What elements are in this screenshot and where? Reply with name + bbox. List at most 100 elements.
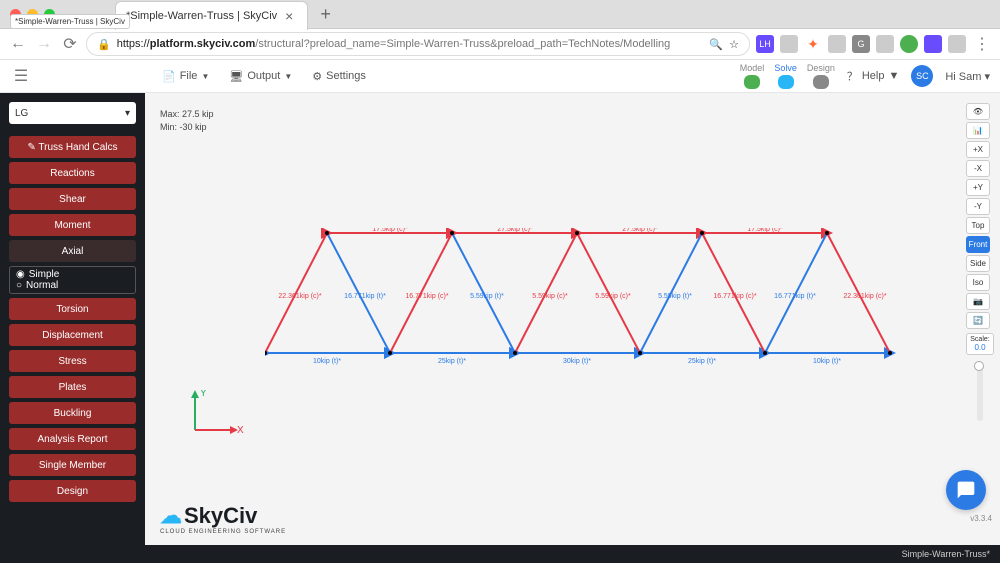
user-menu[interactable]: Hi Sam ▾ (945, 70, 990, 83)
svg-text:22.361kip (c)*: 22.361kip (c)* (843, 293, 886, 300)
sidebar-item[interactable]: Buckling (9, 402, 136, 424)
svg-text:27.5kip (c)*: 27.5kip (c)* (497, 228, 533, 233)
tab-title: *Simple-Warren-Truss | SkyCiv (126, 10, 277, 22)
mode-solve[interactable]: Solve (774, 63, 797, 89)
settings-menu[interactable]: ⚙Settings (312, 70, 366, 83)
url-input[interactable]: 🔒 https://platform.skyciv.com/structural… (86, 32, 750, 56)
browser-tab[interactable]: *Simple-Warren-Truss | SkyCiv × (115, 1, 308, 30)
sidebar-item-axial[interactable]: Axial (9, 240, 136, 262)
sidebar-item[interactable]: Stress (9, 350, 136, 372)
scale-slider[interactable] (977, 361, 983, 421)
svg-text:10kip (t)*: 10kip (t)* (813, 358, 841, 365)
lock-icon: 🔒 (97, 38, 111, 51)
svg-text:5.59kip (t)*: 5.59kip (t)* (658, 293, 692, 300)
search-in-page-icon[interactable]: 🔍 (709, 38, 723, 51)
sidebar-item[interactable]: ✎ Truss Hand Calcs (9, 136, 136, 158)
extension-icon[interactable] (828, 35, 846, 53)
gear-icon: ⚙ (312, 70, 322, 83)
svg-text:5.59kip (c)*: 5.59kip (c)* (595, 293, 631, 300)
close-tab-icon[interactable]: × (285, 8, 293, 24)
radio-simple[interactable]: ◉ Simple (16, 269, 129, 280)
svg-text:17.5kip (c)*: 17.5kip (c)* (372, 228, 408, 233)
load-group-select[interactable]: LG▾ (9, 102, 136, 124)
view-refresh-icon[interactable]: 🔄 (966, 312, 990, 329)
sidebar-item[interactable]: Plates (9, 376, 136, 398)
background-tab[interactable]: *Simple-Warren-Truss | SkyCiv (10, 14, 130, 29)
version-label: v3.3.4 (970, 514, 992, 523)
result-stats: Max: 27.5 kip Min: -30 kip (160, 108, 214, 133)
sidebar-item[interactable]: Single Member (9, 454, 136, 476)
view-chart-icon[interactable]: 📊 (966, 122, 990, 139)
mode-design[interactable]: Design (807, 63, 835, 89)
chrome-menu-icon[interactable]: ⋮ (972, 34, 992, 54)
file-menu[interactable]: 📄File▼ (162, 70, 209, 83)
radio-normal[interactable]: ○ Normal (16, 280, 129, 291)
view-camera-icon[interactable]: 📷 (966, 293, 990, 310)
svg-text:22.361kip (c)*: 22.361kip (c)* (278, 293, 321, 300)
extension-icon[interactable]: G (852, 35, 870, 53)
help-menu[interactable]: ？Help▼ (847, 68, 900, 84)
svg-text:X: X (237, 425, 244, 436)
sidebar-item[interactable]: Torsion (9, 298, 136, 320)
app-header: ☰ 📄File▼ 🖥Output▼ ⚙Settings Model Solve … (0, 60, 1000, 93)
skyciv-extension-icon[interactable] (948, 35, 966, 53)
mode-model[interactable]: Model (740, 63, 765, 89)
view-toolbar: 👁 📊 +X -X +Y -Y Top Front Side Iso 📷 🔄 S… (966, 103, 994, 421)
status-bar: Simple-Warren-Truss* (0, 545, 1000, 563)
svg-text:5.59kip (t)*: 5.59kip (t)* (470, 293, 504, 300)
model-canvas[interactable]: Max: 27.5 kip Min: -30 kip (145, 93, 1000, 545)
menu-toggle-icon[interactable]: ☰ (10, 66, 32, 86)
sidebar-item[interactable]: Analysis Report (9, 428, 136, 450)
bookmark-icon[interactable]: ☆ (729, 38, 739, 51)
view-minus-y[interactable]: -Y (966, 198, 990, 215)
sidebar: LG▾ ✎ Truss Hand Calcs Reactions Shear M… (0, 93, 145, 545)
view-side[interactable]: Side (966, 255, 990, 272)
view-front[interactable]: Front (966, 236, 990, 253)
skyciv-logo: ☁SkyCiv CLOUD ENGINEERING SOFTWARE (160, 503, 286, 535)
view-iso[interactable]: Iso (966, 274, 990, 291)
svg-text:16.771kip (c)*: 16.771kip (c)* (405, 293, 448, 300)
new-tab-button[interactable]: + (314, 4, 337, 25)
extension-icon[interactable] (924, 35, 942, 53)
view-top[interactable]: Top (966, 217, 990, 234)
file-icon: 📄 (162, 70, 176, 83)
sidebar-item[interactable]: Displacement (9, 324, 136, 346)
svg-text:16.771kip (c)*: 16.771kip (c)* (713, 293, 756, 300)
sidebar-item[interactable]: Design (9, 480, 136, 502)
extension-icon[interactable]: ✦ (804, 35, 822, 53)
svg-text:27.5kip (c)*: 27.5kip (c)* (622, 228, 658, 233)
avatar[interactable]: SC (911, 65, 933, 87)
reload-button[interactable]: ⟳ (60, 34, 80, 54)
view-minus-x[interactable]: -X (966, 160, 990, 177)
back-button[interactable]: ← (8, 35, 28, 53)
chat-button[interactable] (946, 470, 986, 510)
svg-text:16.771kip (t)*: 16.771kip (t)* (774, 293, 816, 300)
sidebar-item[interactable]: Shear (9, 188, 136, 210)
view-visibility-icon[interactable]: 👁 (966, 103, 990, 120)
address-bar: ← → ⟳ 🔒 https://platform.skyciv.com/stru… (0, 29, 1000, 60)
extension-icon[interactable] (900, 35, 918, 53)
sidebar-item[interactable]: Moment (9, 214, 136, 236)
svg-text:25kip (t)*: 25kip (t)* (438, 358, 466, 365)
output-icon: 🖥 (229, 70, 243, 83)
window-titlebar: *Simple-Warren-Truss | SkyCiv × + (0, 0, 1000, 29)
extension-icon[interactable] (780, 35, 798, 53)
sidebar-item[interactable]: Reactions (9, 162, 136, 184)
extension-icon[interactable] (876, 35, 894, 53)
svg-text:Y: Y (200, 390, 207, 399)
forward-button[interactable]: → (34, 35, 54, 53)
view-plus-y[interactable]: +Y (966, 179, 990, 196)
svg-text:10kip (t)*: 10kip (t)* (313, 358, 341, 365)
chat-icon (956, 480, 976, 500)
filename-label: Simple-Warren-Truss* (902, 549, 990, 559)
output-menu[interactable]: 🖥Output▼ (229, 70, 292, 83)
help-icon: ？ (847, 68, 858, 84)
axes-indicator: Y X (185, 390, 245, 450)
svg-text:5.59kip (c)*: 5.59kip (c)* (532, 293, 568, 300)
extension-icon[interactable]: LH (756, 35, 774, 53)
svg-text:16.771kip (t)*: 16.771kip (t)* (344, 293, 386, 300)
scale-readout: Scale: 0.0 (966, 333, 994, 355)
view-plus-x[interactable]: +X (966, 141, 990, 158)
svg-text:17.5kip (c)*: 17.5kip (c)* (747, 228, 783, 233)
truss-diagram: 17.5kip (c)* 27.5kip (c)* 27.5kip (c)* 1… (265, 228, 905, 368)
